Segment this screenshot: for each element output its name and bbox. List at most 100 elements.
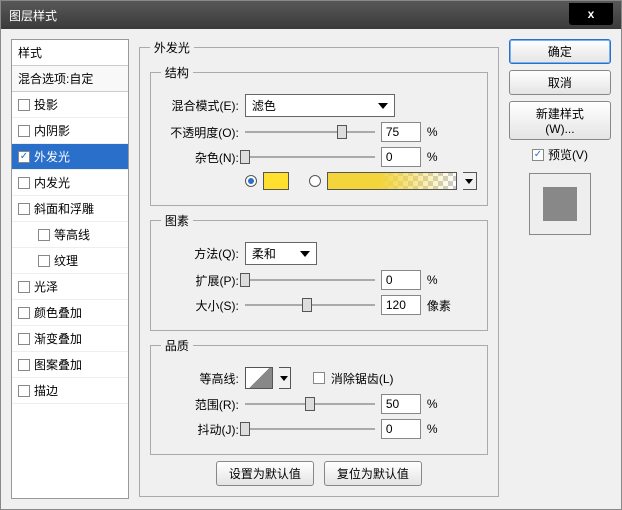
quality-group: 品质 等高线: 消除锯齿(L) 范围(R): 50 %: [150, 337, 488, 455]
style-item-9[interactable]: 渐变叠加: [12, 326, 128, 352]
elements-legend: 图素: [161, 212, 193, 229]
noise-input[interactable]: 0: [381, 147, 421, 167]
blend-mode-dropdown[interactable]: 滤色: [245, 94, 395, 117]
contour-menu-button[interactable]: [279, 367, 291, 389]
style-checkbox[interactable]: [18, 281, 30, 293]
close-icon: x: [588, 7, 595, 21]
outer-glow-title: 外发光: [150, 39, 194, 56]
style-checkbox[interactable]: [18, 125, 30, 137]
dialog-window: 图层样式 x 样式 混合选项:自定 投影内阴影✓外发光内发光斜面和浮雕等高线纹理…: [0, 0, 622, 510]
gradient-strip[interactable]: [327, 172, 457, 190]
range-unit: %: [427, 397, 457, 411]
options-panel: 外发光 结构 混合模式(E): 滤色 不透明度(O): 75: [139, 39, 499, 499]
contour-picker[interactable]: [245, 367, 273, 389]
technique-dropdown[interactable]: 柔和: [245, 242, 317, 265]
contour-label: 等高线:: [161, 370, 239, 387]
style-checkbox[interactable]: [38, 255, 50, 267]
range-slider[interactable]: [245, 395, 375, 413]
size-label: 大小(S):: [161, 297, 239, 314]
jitter-slider[interactable]: [245, 420, 375, 438]
spread-label: 扩展(P):: [161, 272, 239, 289]
styles-panel: 样式 混合选项:自定 投影内阴影 ✓外发光内发光斜面和浮雕等高线纹理光泽颜色叠加渐…: [11, 39, 129, 499]
outer-glow-group: 外发光 结构 混合模式(E): 滤色 不透明度(O): 75: [139, 39, 499, 497]
style-label: 内发光: [34, 174, 70, 191]
preview-label: 预览(V): [548, 146, 588, 163]
opacity-slider[interactable]: [245, 123, 375, 141]
style-label: 光泽: [34, 278, 58, 295]
quality-legend: 品质: [161, 337, 193, 354]
style-label: 内阴影: [34, 122, 70, 139]
style-label: 投影: [34, 96, 58, 113]
style-checkbox[interactable]: [18, 307, 30, 319]
chevron-down-icon: [300, 251, 310, 257]
style-label: 斜面和浮雕: [34, 200, 94, 217]
style-item-7[interactable]: 光泽: [12, 274, 128, 300]
style-item-2[interactable]: ✓外发光: [12, 144, 128, 170]
preview-box: [529, 173, 591, 235]
color-radio-solid[interactable]: [245, 175, 257, 187]
noise-unit: %: [427, 150, 457, 164]
style-item-3[interactable]: 内发光: [12, 170, 128, 196]
jitter-unit: %: [427, 422, 457, 436]
style-item-1[interactable]: 内阴影: [12, 118, 128, 144]
opacity-label: 不透明度(O):: [161, 124, 239, 141]
style-label: 渐变叠加: [34, 330, 82, 347]
structure-legend: 结构: [161, 64, 193, 81]
opacity-input[interactable]: 75: [381, 122, 421, 142]
technique-label: 方法(Q):: [161, 245, 239, 262]
style-label: 等高线: [54, 226, 90, 243]
cancel-button[interactable]: 取消: [509, 70, 611, 95]
spread-input[interactable]: 0: [381, 270, 421, 290]
new-style-button[interactable]: 新建样式(W)...: [509, 101, 611, 140]
style-item-0[interactable]: 投影: [12, 92, 128, 118]
blending-options[interactable]: 混合选项:自定: [12, 66, 128, 92]
style-item-6[interactable]: 纹理: [12, 248, 128, 274]
style-checkbox[interactable]: [18, 177, 30, 189]
spread-unit: %: [427, 273, 457, 287]
color-radio-gradient[interactable]: [309, 175, 321, 187]
window-title: 图层样式: [9, 7, 57, 24]
opacity-unit: %: [427, 125, 457, 139]
spread-slider[interactable]: [245, 271, 375, 289]
style-checkbox[interactable]: ✓: [18, 151, 30, 163]
preview-checkbox[interactable]: ✓: [532, 149, 544, 161]
size-slider[interactable]: [245, 296, 375, 314]
style-item-5[interactable]: 等高线: [12, 222, 128, 248]
style-item-11[interactable]: 描边: [12, 378, 128, 404]
style-item-4[interactable]: 斜面和浮雕: [12, 196, 128, 222]
range-input[interactable]: 50: [381, 394, 421, 414]
jitter-label: 抖动(J):: [161, 421, 239, 438]
jitter-input[interactable]: 0: [381, 419, 421, 439]
antialias-label: 消除锯齿(L): [331, 370, 394, 387]
ok-button[interactable]: 确定: [509, 39, 611, 64]
style-label: 图案叠加: [34, 356, 82, 373]
chevron-down-icon: [378, 103, 388, 109]
style-label: 纹理: [54, 252, 78, 269]
style-checkbox[interactable]: [18, 333, 30, 345]
technique-value: 柔和: [252, 245, 276, 262]
gradient-menu-button[interactable]: [463, 172, 477, 190]
style-checkbox[interactable]: [18, 203, 30, 215]
size-input[interactable]: 120: [381, 295, 421, 315]
close-button[interactable]: x: [569, 3, 613, 25]
style-checkbox[interactable]: [18, 99, 30, 111]
size-unit: 像素: [427, 297, 457, 314]
style-checkbox[interactable]: [18, 385, 30, 397]
blend-mode-label: 混合模式(E):: [161, 97, 239, 114]
styles-header[interactable]: 样式: [12, 40, 128, 66]
preview-swatch: [543, 187, 577, 221]
style-label: 颜色叠加: [34, 304, 82, 321]
style-item-8[interactable]: 颜色叠加: [12, 300, 128, 326]
reset-default-button[interactable]: 复位为默认值: [324, 461, 422, 486]
noise-label: 杂色(N):: [161, 149, 239, 166]
titlebar: 图层样式 x: [1, 1, 621, 29]
style-checkbox[interactable]: [18, 359, 30, 371]
make-default-button[interactable]: 设置为默认值: [216, 461, 314, 486]
blend-mode-value: 滤色: [252, 97, 276, 114]
noise-slider[interactable]: [245, 148, 375, 166]
right-panel: 确定 取消 新建样式(W)... ✓ 预览(V): [509, 39, 611, 499]
style-checkbox[interactable]: [38, 229, 50, 241]
style-item-10[interactable]: 图案叠加: [12, 352, 128, 378]
solid-color-swatch[interactable]: [263, 172, 289, 190]
antialias-checkbox[interactable]: [313, 372, 325, 384]
